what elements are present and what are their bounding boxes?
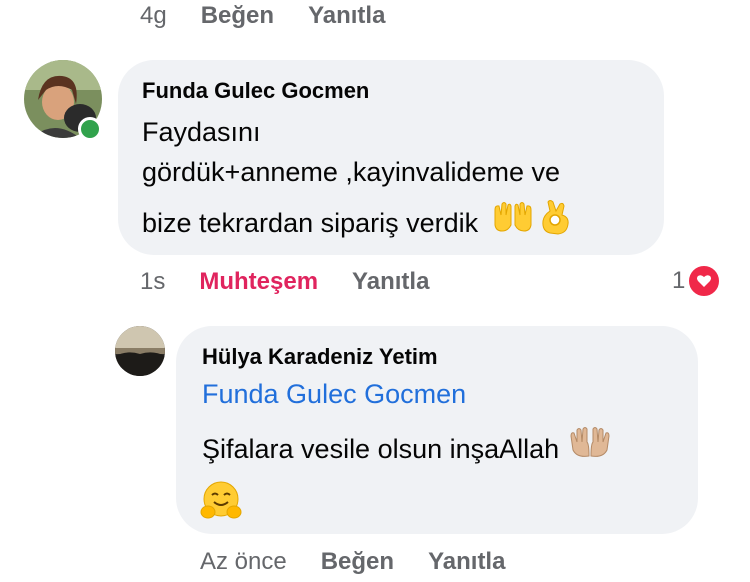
reply-button[interactable]: Yanıtla <box>352 268 429 296</box>
palms-up-together-icon <box>569 426 611 472</box>
comment-text-line-3: bize tekrardan sipariş verdik <box>142 199 572 247</box>
comment-text-line-1: Faydasını <box>142 117 261 147</box>
reaction-count-number: 1 <box>672 267 686 294</box>
comment-actions-1: 1s Muhteşem Yanıtla <box>140 268 463 296</box>
reaction-count[interactable]: 1 <box>672 264 722 298</box>
raising-hands-icon <box>492 201 534 245</box>
like-button[interactable]: Beğen <box>201 2 274 30</box>
comment-text-line-3-text: bize tekrardan sipariş verdik <box>142 207 479 238</box>
comment-text-line-2: gördük+anneme ,kayinvalideme ve <box>142 157 560 187</box>
reaction-button[interactable]: Muhteşem <box>199 268 318 296</box>
mention-link[interactable]: Funda Gulec Gocmen <box>202 379 466 410</box>
comment-actions-top: 4g Beğen Yanıtla <box>140 2 419 30</box>
comment-time: 4g <box>140 2 167 29</box>
reply-button[interactable]: Yanıtla <box>428 548 505 576</box>
comment-author-2[interactable]: Hülya Karadeniz Yetim <box>202 344 438 370</box>
comment-author-1[interactable]: Funda Gulec Gocmen <box>142 78 369 104</box>
comment-time: 1s <box>140 268 166 295</box>
comment-text-2: Şifalara vesile olsun inşaAllah <box>202 426 611 472</box>
hugging-face-icon <box>200 480 242 525</box>
reply-button[interactable]: Yanıtla <box>308 2 385 30</box>
like-button[interactable]: Beğen <box>321 548 394 576</box>
comment-text-2-text: Şifalara vesile olsun inşaAllah <box>202 433 560 464</box>
comment-actions-2: Az önce Beğen Yanıtla <box>200 548 539 576</box>
heart-icon <box>687 264 722 298</box>
comment-time: Az önce <box>200 548 287 575</box>
online-status-dot <box>78 117 102 141</box>
avatar-hulya[interactable] <box>115 326 165 376</box>
ok-hand-icon <box>538 199 572 247</box>
